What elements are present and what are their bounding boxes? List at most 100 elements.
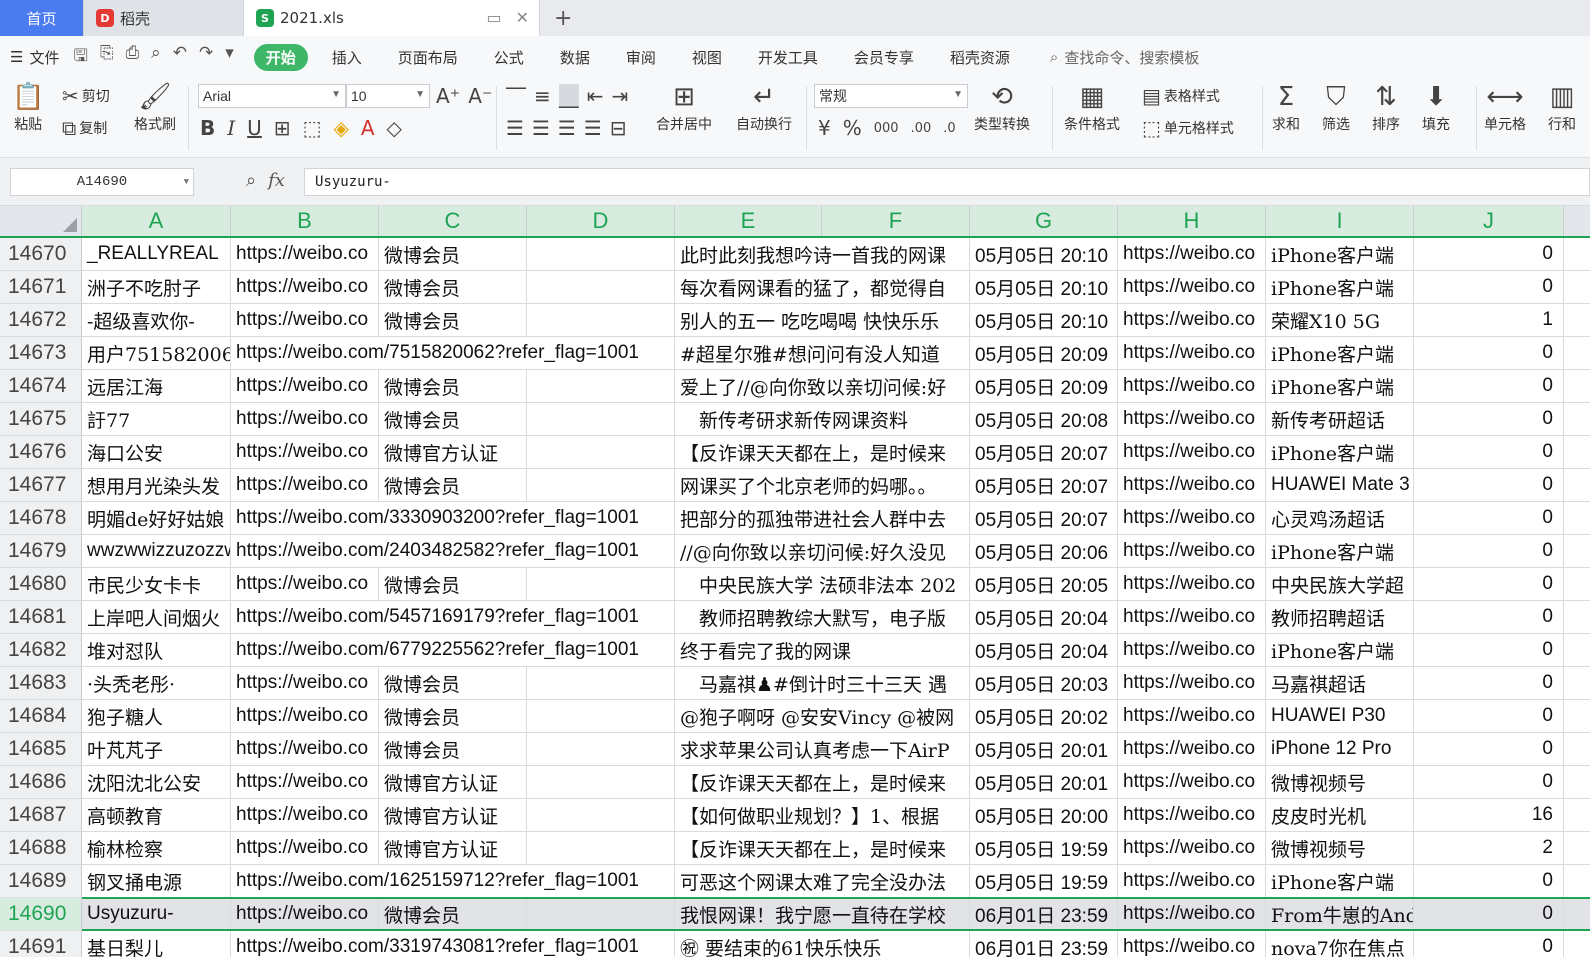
menu-page-layout[interactable]: 页面布局 [398, 47, 458, 68]
wrap-text-button[interactable]: ↵ 自动换行 [736, 82, 792, 134]
cell-i[interactable]: 教师招聘超话 [1266, 601, 1414, 633]
row-header[interactable]: 14683 [0, 667, 82, 699]
cell-g[interactable]: 05月05日 20:02 [970, 700, 1118, 732]
cell-i[interactable]: 心灵鸡汤超话 [1266, 502, 1414, 534]
font-size-select[interactable]: 10 ▼ [346, 84, 430, 108]
cell-g[interactable]: 05月05日 20:00 [970, 799, 1118, 831]
cell-c[interactable]: 微博会员 [379, 667, 527, 699]
cell-a[interactable]: 上岸吧人间烟火 [82, 601, 231, 633]
align-right-icon[interactable]: ☰ [558, 116, 576, 140]
cell-e[interactable]: 【反诈课天天都在上，是时候来 [675, 436, 970, 468]
cell-b[interactable]: https://weibo.co [231, 568, 379, 600]
cell-b[interactable]: https://weibo.co [231, 667, 379, 699]
cell-g[interactable]: 05月05日 20:07 [970, 469, 1118, 501]
cell-d[interactable] [527, 832, 675, 864]
row-header[interactable]: 14687 [0, 799, 82, 831]
cell-c[interactable]: 微博会员 [379, 271, 527, 303]
decimal-increase-icon[interactable]: .00 [911, 121, 932, 136]
font-increase-icon[interactable]: A⁺ [436, 84, 460, 108]
cell-h[interactable]: https://weibo.co [1118, 403, 1266, 435]
cell-j[interactable]: 0 [1414, 436, 1564, 468]
menu-insert[interactable]: 插入 [332, 47, 362, 68]
cell-g[interactable]: 05月05日 20:04 [970, 634, 1118, 666]
cell-a[interactable]: _REALLYREAL [82, 238, 231, 270]
cell-a[interactable]: 洲子不吃肘子 [82, 271, 231, 303]
cell-b[interactable]: https://weibo.co [231, 799, 379, 831]
cell-j[interactable]: 0 [1414, 403, 1564, 435]
row-header[interactable]: 14690 [0, 898, 82, 930]
cell-d[interactable] [527, 799, 675, 831]
conditional-format-button[interactable]: ▦ 条件格式 [1064, 82, 1120, 134]
menu-member[interactable]: 会员专享 [854, 47, 914, 68]
cell-c[interactable]: 微博会员 [379, 568, 527, 600]
cell-b[interactable]: https://weibo.co [231, 403, 379, 435]
cell-d[interactable] [527, 898, 675, 930]
cell-h[interactable]: https://weibo.co [1118, 799, 1266, 831]
cell-b[interactable]: https://weibo.co [231, 766, 379, 798]
cell-j[interactable]: 0 [1414, 667, 1564, 699]
row-header[interactable]: 14685 [0, 733, 82, 765]
cell-i[interactable]: iPhone客户端 [1266, 370, 1414, 402]
row-header[interactable]: 14691 [0, 931, 82, 957]
cell-c[interactable]: 微博官方认证 [379, 832, 527, 864]
format-painter-button[interactable]: 🖌 格式刷 [134, 82, 176, 134]
cell-b[interactable]: https://weibo.co [231, 436, 379, 468]
cell-h[interactable]: https://weibo.co [1118, 370, 1266, 402]
font-color-icon[interactable]: A [361, 116, 375, 140]
cell-h[interactable]: https://weibo.co [1118, 700, 1266, 732]
thousands-icon[interactable]: 000 [874, 121, 899, 136]
row-header[interactable]: 14678 [0, 502, 82, 534]
cell-g[interactable]: 05月05日 20:05 [970, 568, 1118, 600]
column-header-j[interactable]: J [1414, 206, 1564, 236]
cell-d[interactable] [527, 766, 675, 798]
cell-a[interactable]: 海口公安 [82, 436, 231, 468]
cell-a[interactable]: 用户7515820062 [82, 337, 231, 369]
cell-b[interactable]: https://weibo.com/2403482582?refer_flag=… [231, 535, 675, 567]
cell-c[interactable]: 微博官方认证 [379, 766, 527, 798]
row-header[interactable]: 14679 [0, 535, 82, 567]
save-icon[interactable]: 🖫 [73, 43, 87, 72]
cell-e[interactable]: #超星尔雅#想问问有没人知道 [675, 337, 970, 369]
cell-a[interactable]: 远居江海 [82, 370, 231, 402]
row-header[interactable]: 14670 [0, 238, 82, 270]
cell-a[interactable]: 狍子糖人 [82, 700, 231, 732]
cell-b[interactable]: https://weibo.com/1625159712?refer_flag=… [231, 865, 675, 897]
row-header[interactable]: 14676 [0, 436, 82, 468]
redo-icon[interactable]: ↷ [199, 43, 213, 72]
menu-daoke-resources[interactable]: 稻壳资源 [950, 47, 1010, 68]
row-header[interactable]: 14684 [0, 700, 82, 732]
cell-d[interactable] [527, 403, 675, 435]
cell-e[interactable]: 【如何做职业规划？】1、根据 [675, 799, 970, 831]
cell-a[interactable]: 钢叉捅电源 [82, 865, 231, 897]
cell-g[interactable]: 05月05日 20:07 [970, 436, 1118, 468]
cell-i[interactable]: iPhone客户端 [1266, 865, 1414, 897]
more-icon[interactable]: ▾ [225, 43, 234, 72]
cell-h[interactable]: https://weibo.co [1118, 535, 1266, 567]
cell-i[interactable]: HUAWEI P30 [1266, 700, 1414, 732]
cell-g[interactable]: 05月05日 19:59 [970, 832, 1118, 864]
formula-input[interactable]: Usyuzuru- [304, 168, 1590, 196]
cell-a[interactable]: 高顿教育 [82, 799, 231, 831]
cell-d[interactable] [527, 469, 675, 501]
menu-review[interactable]: 审阅 [626, 47, 656, 68]
cell-i[interactable]: 新传考研超话 [1266, 403, 1414, 435]
cell-b[interactable]: https://weibo.com/6779225562?refer_flag=… [231, 634, 675, 666]
cell-g[interactable]: 05月05日 20:09 [970, 370, 1118, 402]
cell-c[interactable]: 微博会员 [379, 469, 527, 501]
cell-h[interactable]: https://weibo.co [1118, 601, 1266, 633]
cell-d[interactable] [527, 568, 675, 600]
cell-c[interactable]: 微博会员 [379, 700, 527, 732]
cell-d[interactable] [527, 271, 675, 303]
row-header[interactable]: 14674 [0, 370, 82, 402]
cell-i[interactable]: iPhone客户端 [1266, 634, 1414, 666]
cell-c[interactable]: 微博会员 [379, 733, 527, 765]
type-convert-button[interactable]: ⟲ 类型转换 [974, 82, 1030, 134]
cell-g[interactable]: 05月05日 20:04 [970, 601, 1118, 633]
italic-icon[interactable]: I [227, 116, 235, 140]
cell-a[interactable]: 基日梨儿 [82, 931, 231, 957]
cell-d[interactable] [527, 667, 675, 699]
cell-g[interactable]: 05月05日 20:08 [970, 403, 1118, 435]
cell-e[interactable]: 终于看完了我的网课 [675, 634, 970, 666]
cell-i[interactable]: iPhone客户端 [1266, 337, 1414, 369]
cell-g[interactable]: 05月05日 20:07 [970, 502, 1118, 534]
